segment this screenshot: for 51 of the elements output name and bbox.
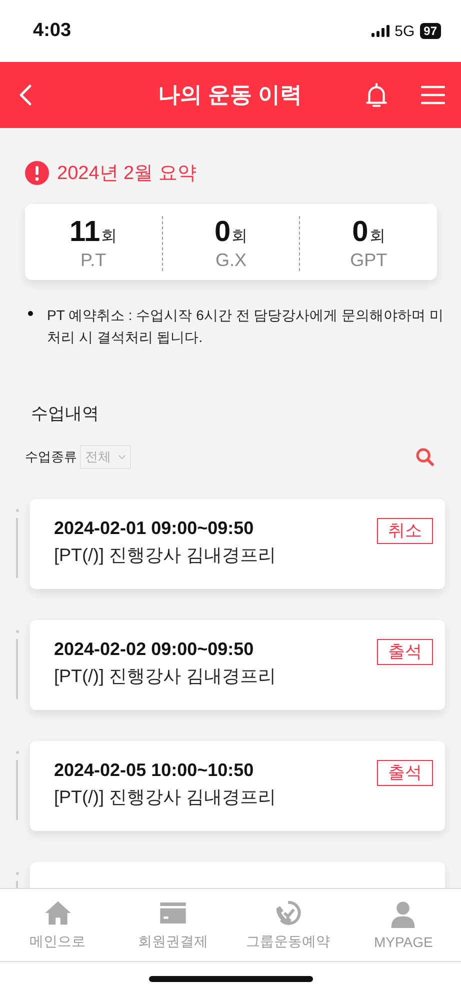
class-datetime: 2024-02-05 10:00~10:50	[54, 760, 255, 781]
bullet-icon	[28, 311, 33, 316]
class-detail: [PT(/)] 진행강사 김내경프리	[54, 544, 276, 567]
tab-item[interactable]: 그룹운동예약	[230, 889, 346, 961]
class-card[interactable]: 2024-02-02 09:00~09:50 [PT(/)] 진행강사 김내경프리 출석	[30, 620, 445, 710]
timeline-dot	[16, 630, 18, 633]
page-title: 나의 운동 이력	[156, 81, 304, 109]
tab-item[interactable]: 메인으로	[0, 889, 116, 961]
status-tag: 출석	[377, 639, 433, 665]
bell-icon[interactable]	[364, 82, 389, 108]
timeline-line	[16, 760, 18, 820]
class-detail: [PT(/)] 진행강사 김내경프리	[54, 665, 276, 688]
stat-unit: 회	[232, 228, 248, 245]
stat-unit: 회	[101, 228, 118, 245]
phone-check-icon	[274, 899, 302, 927]
battery-icon: 97	[420, 23, 441, 39]
status-tag: 출석	[377, 760, 433, 786]
status-tag: 취소	[377, 518, 433, 544]
class-detail: [PT(/)] 진행강사 김내경프리	[54, 786, 276, 809]
stat-label: G.X	[214, 250, 248, 271]
class-datetime: 2024-02-02 09:00~09:50	[54, 639, 255, 660]
class-datetime: 2024-02-01 09:00~09:50	[54, 518, 255, 539]
person-icon	[389, 900, 418, 928]
alert-icon	[25, 161, 49, 185]
signal-icon	[370, 25, 390, 37]
summary-title: 2024년 2월 요약	[57, 162, 196, 186]
stat-label: P.T	[79, 250, 108, 271]
notice-text: PT 예약취소 : 수업시작 6시간 전 담당강사에게 문의해야하며 미처리 시 결석처리 됩니다.	[47, 306, 444, 347]
search-icon[interactable]	[415, 447, 435, 467]
stat-count: 0	[352, 216, 368, 248]
timeline-line	[16, 518, 18, 578]
timeline-dot	[16, 751, 18, 754]
class-card[interactable]: 2024-02-05 10:00~10:50 [PT(/)] 진행강사 김내경프리 출석	[30, 741, 445, 831]
timeline-dot	[16, 509, 18, 512]
class-card[interactable]: 2024-02-01 09:00~09:50 [PT(/)] 진행강사 김내경프리 취소	[30, 499, 445, 589]
tab-item[interactable]: 회원권결제	[115, 889, 230, 961]
filter-label: 수업종류	[25, 448, 77, 466]
menu-icon[interactable]	[421, 85, 445, 105]
stat-unit: 회	[369, 228, 386, 245]
class-type-select[interactable]: 전체	[80, 445, 131, 469]
section-title: 수업내역	[30, 403, 100, 425]
network-label: 5G	[394, 22, 415, 40]
home-icon	[44, 899, 72, 927]
chevron-down-icon	[118, 454, 126, 460]
stat-count: 11	[70, 216, 100, 248]
stat-count: 0	[214, 216, 231, 248]
stat-label: GPT	[349, 250, 388, 271]
timeline-dot	[16, 872, 18, 875]
tab-item[interactable]: MYPAGE	[346, 889, 461, 961]
clock-time: 4:03	[33, 20, 72, 42]
timeline-line	[16, 639, 18, 699]
